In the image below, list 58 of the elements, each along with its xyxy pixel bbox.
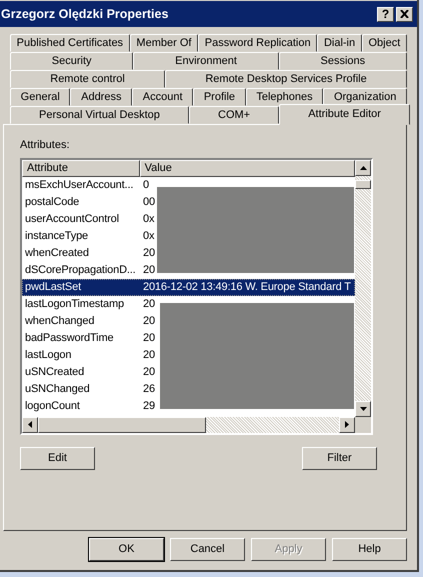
tab[interactable]: Remote control bbox=[10, 70, 166, 88]
tab[interactable]: General bbox=[10, 88, 70, 106]
close-icon bbox=[400, 10, 409, 18]
close-button[interactable] bbox=[396, 6, 413, 22]
table-row[interactable]: pwdLastSet 2016-12-02 13:49:16 W. Europe Standard T bbox=[22, 278, 355, 296]
scroll-up-button[interactable] bbox=[355, 160, 371, 176]
vertical-scrollbar[interactable] bbox=[355, 160, 371, 416]
table-row[interactable]: lastLogon 20 bbox=[22, 346, 160, 364]
tab[interactable]: Address bbox=[70, 88, 132, 106]
scrollbar-corner bbox=[355, 416, 371, 432]
tab[interactable]: Account bbox=[132, 88, 194, 106]
tab[interactable]: Sessions bbox=[278, 52, 407, 70]
tab[interactable]: Member Of bbox=[130, 34, 198, 52]
scroll-thumb[interactable] bbox=[355, 180, 371, 188]
scroll-right-button[interactable] bbox=[339, 416, 355, 432]
attribute-list[interactable] bbox=[20, 158, 373, 434]
tab[interactable]: Published Certificates bbox=[10, 34, 130, 52]
scroll-left-button[interactable] bbox=[22, 416, 38, 432]
table-row[interactable]: whenCreated 20 bbox=[22, 244, 157, 262]
tab[interactable]: Telephones bbox=[246, 88, 324, 106]
horizontal-scrollbar[interactable] bbox=[22, 416, 355, 432]
scroll-down-button[interactable] bbox=[355, 400, 371, 416]
window-title: Grzegorz Olędzki Properties bbox=[1, 6, 170, 23]
table-row[interactable]: uSNChanged 26 bbox=[22, 380, 160, 398]
table-row[interactable]: uSNCreated 20 bbox=[22, 364, 160, 380]
tab[interactable]: Remote Desktop Services Profile bbox=[165, 70, 407, 88]
dialog-button[interactable]: OK bbox=[89, 538, 164, 561]
tab[interactable]: Password Replication bbox=[198, 34, 318, 52]
right-arrow-icon bbox=[345, 421, 349, 428]
dialog-button[interactable]: Cancel bbox=[170, 538, 245, 561]
tab[interactable]: COM+ bbox=[188, 106, 280, 124]
table-row[interactable]: postalCode 00 bbox=[22, 194, 157, 210]
table-row[interactable]: userAccountControl 0x bbox=[22, 210, 157, 228]
dialog-button[interactable]: Help bbox=[332, 538, 407, 561]
left-arrow-icon bbox=[28, 421, 32, 428]
table-row[interactable]: msExchUserAccount... 0 bbox=[22, 176, 157, 194]
column-header[interactable]: Attribute bbox=[22, 160, 140, 176]
scroll-thumb[interactable] bbox=[38, 416, 206, 432]
tab[interactable]: Object bbox=[362, 34, 407, 52]
attributes-label: Attributes: bbox=[20, 139, 70, 151]
help-button[interactable]: ? bbox=[377, 6, 394, 22]
tab[interactable]: Security bbox=[10, 52, 134, 70]
table-row[interactable]: badPasswordTime 20 bbox=[22, 330, 160, 346]
tab[interactable]: Environment bbox=[133, 52, 279, 70]
table-row[interactable]: whenChanged 20 bbox=[22, 312, 160, 330]
table-row[interactable]: dSCorePropagationD... 20 bbox=[22, 262, 157, 278]
column-header[interactable]: Value bbox=[140, 160, 355, 176]
dialog-button[interactable]: Edit bbox=[20, 446, 95, 470]
table-row[interactable]: lastLogonTimestamp 20 bbox=[22, 296, 160, 312]
tab[interactable]: Attribute Editor bbox=[279, 104, 410, 125]
tab[interactable]: Dial-in bbox=[317, 34, 362, 52]
tab[interactable]: Personal Virtual Desktop bbox=[10, 106, 189, 124]
up-arrow-icon bbox=[360, 166, 366, 170]
table-row[interactable]: logonCount 29 bbox=[22, 398, 160, 414]
down-arrow-icon bbox=[360, 406, 366, 410]
tab[interactable]: Profile bbox=[193, 88, 246, 106]
table-row[interactable]: instanceType 0x bbox=[22, 228, 157, 244]
dialog-button[interactable]: Filter bbox=[302, 446, 377, 470]
